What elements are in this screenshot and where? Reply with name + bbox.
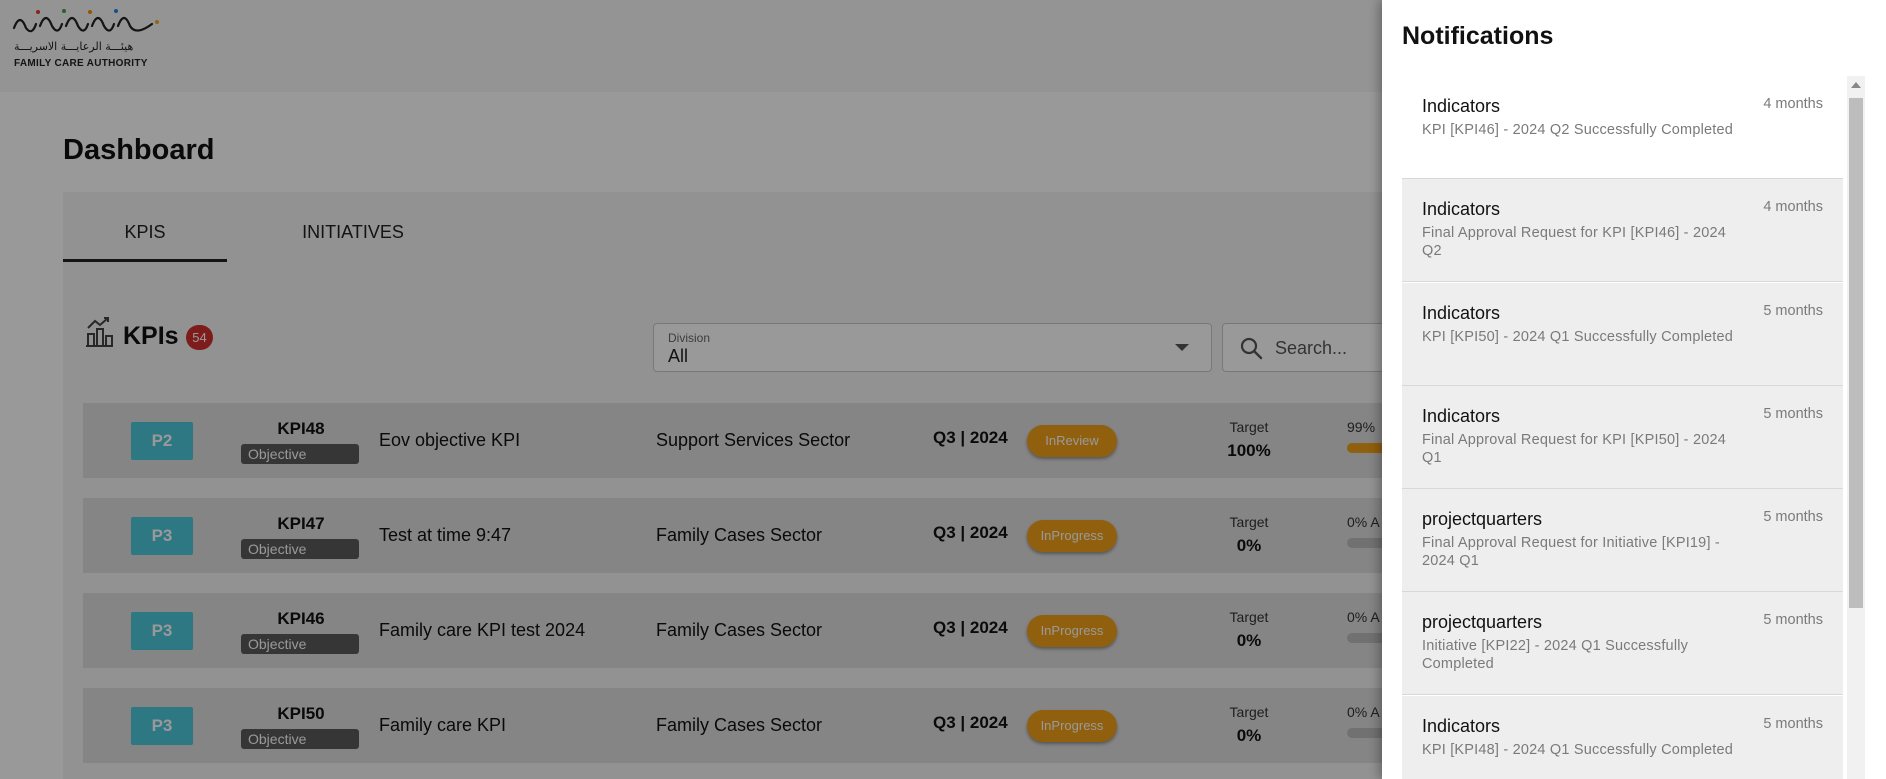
notification-time: 5 months (1763, 716, 1823, 732)
notification-time: 5 months (1763, 406, 1823, 422)
notification-item[interactable]: Indicators KPI [KPI46] - 2024 Q2 Success… (1402, 76, 1843, 179)
notification-time: 5 months (1763, 303, 1823, 319)
notification-item[interactable]: projectquarters Initiative [KPI22] - 202… (1402, 592, 1843, 695)
notifications-drawer: Notifications Indicators KPI [KPI46] - 2… (1382, 0, 1886, 779)
notification-text: Final Approval Request for Initiative [K… (1422, 535, 1720, 569)
notification-time: 5 months (1763, 612, 1823, 628)
notification-title: Indicators (1422, 303, 1501, 323)
notification-title: projectquarters (1422, 509, 1543, 529)
notification-item[interactable]: Indicators KPI [KPI48] - 2024 Q1 Success… (1402, 696, 1843, 779)
notification-text: KPI [KPI46] - 2024 Q2 Successfully Compl… (1422, 122, 1734, 138)
notification-time: 4 months (1763, 199, 1823, 215)
notification-text: KPI [KPI48] - 2024 Q1 Successfully Compl… (1422, 742, 1734, 758)
scrollbar-thumb[interactable] (1849, 98, 1863, 608)
notification-text: Final Approval Request for KPI [KPI50] -… (1422, 432, 1726, 466)
notification-title: Indicators (1422, 716, 1501, 736)
notifications-list: Indicators KPI [KPI46] - 2024 Q2 Success… (1402, 76, 1870, 779)
notification-item[interactable]: Indicators KPI [KPI50] - 2024 Q1 Success… (1402, 283, 1843, 386)
notification-time: 5 months (1763, 509, 1823, 525)
notification-item[interactable]: projectquarters Final Approval Request f… (1402, 489, 1843, 592)
notification-title: projectquarters (1422, 612, 1543, 632)
notification-title: Indicators (1422, 96, 1501, 116)
notification-text: KPI [KPI50] - 2024 Q1 Successfully Compl… (1422, 329, 1734, 345)
notification-time: 4 months (1763, 96, 1823, 112)
notifications-scrollbar[interactable] (1847, 76, 1865, 779)
notification-text: Initiative [KPI22] - 2024 Q1 Successfull… (1422, 638, 1689, 672)
notifications-title: Notifications (1402, 22, 1554, 50)
notification-text: Final Approval Request for KPI [KPI46] -… (1422, 225, 1726, 259)
notification-item[interactable]: Indicators Final Approval Request for KP… (1402, 386, 1843, 489)
notification-title: Indicators (1422, 406, 1501, 426)
notification-item[interactable]: Indicators Final Approval Request for KP… (1402, 179, 1843, 282)
scroll-up-arrow-icon[interactable] (1851, 82, 1861, 88)
notification-title: Indicators (1422, 199, 1501, 219)
